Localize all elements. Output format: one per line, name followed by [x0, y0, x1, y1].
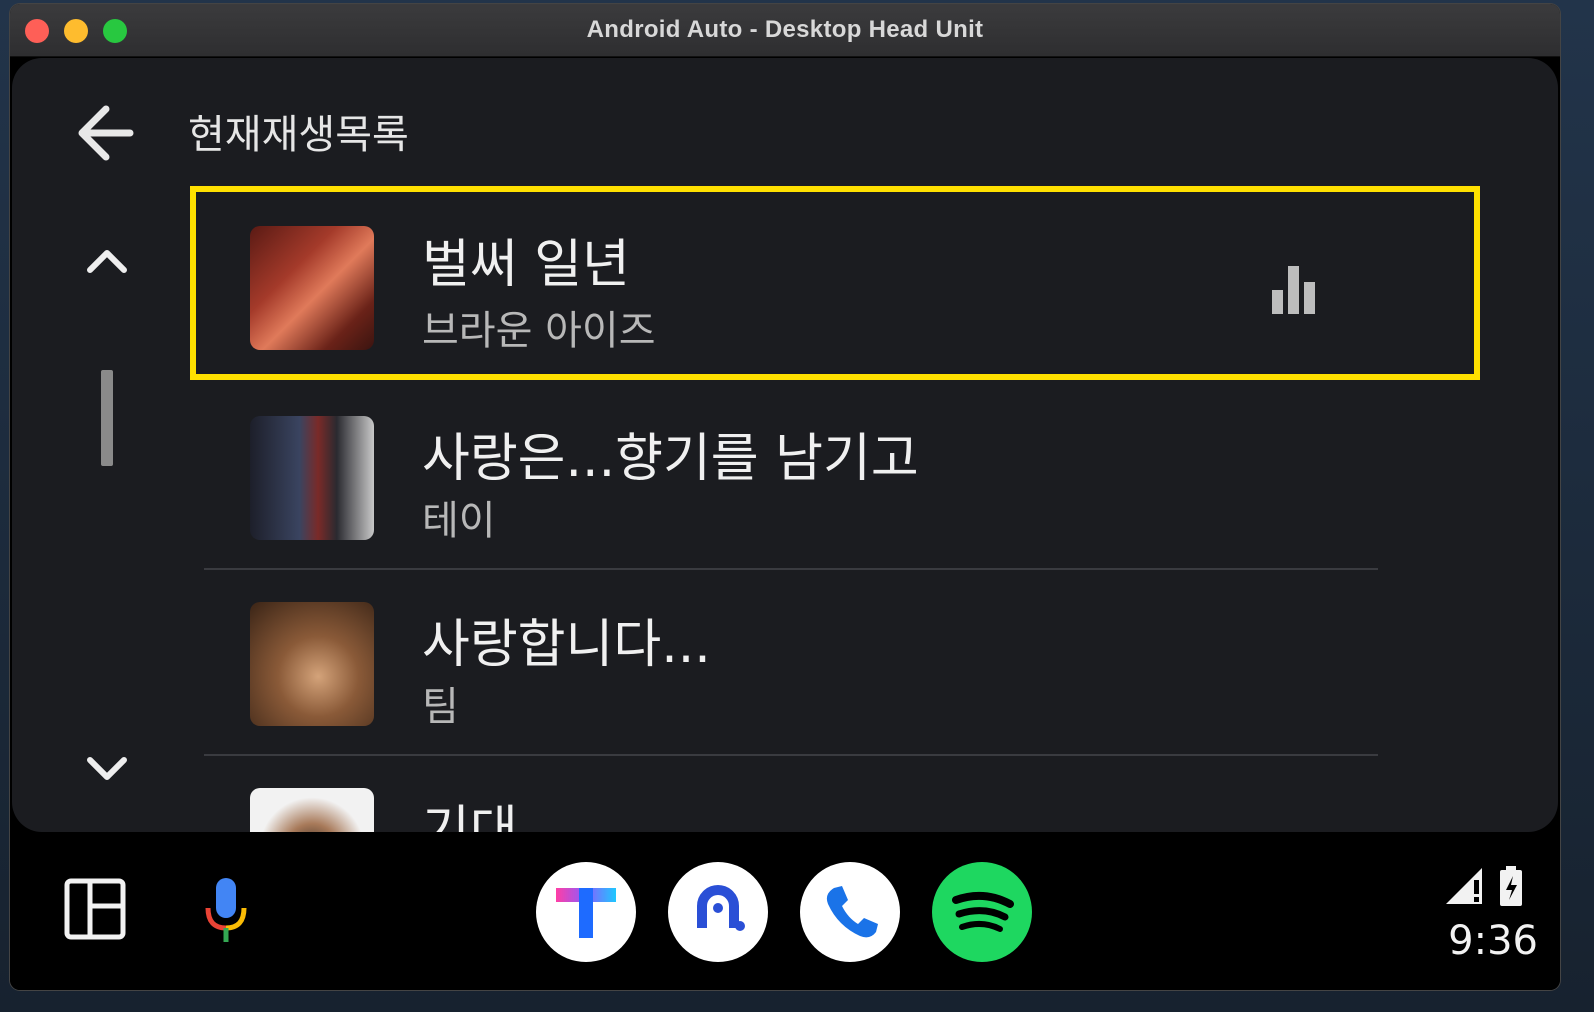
queue-item-2[interactable]: 사랑은...향기를 남기고 테이 — [190, 376, 1486, 562]
clock: 9:36 — [1448, 918, 1538, 964]
artist-name: 테이 — [422, 498, 496, 544]
dashboard-layout-button[interactable] — [64, 878, 126, 940]
queue-item-3[interactable]: 사랑합니다... 팀 — [190, 562, 1486, 748]
dashboard-icon — [64, 878, 126, 940]
song-title: 기대 — [422, 801, 518, 832]
android-auto-nav-bar: 9:36 — [10, 834, 1560, 990]
status-icons — [1446, 866, 1522, 906]
tmap-auto-app-button[interactable] — [668, 862, 768, 962]
title-bar: Android Auto - Desktop Head Unit — [10, 4, 1560, 57]
album-art — [250, 602, 374, 726]
microphone-icon — [205, 878, 247, 942]
album-art — [250, 788, 374, 832]
song-title: 사랑합니다... — [422, 615, 711, 675]
tmap-app-button[interactable] — [536, 862, 636, 962]
emulator-window: Android Auto - Desktop Head Unit 현재재생목록 — [10, 4, 1560, 990]
queue-item-1[interactable]: 벌써 일년 브라운 아이즈 — [190, 186, 1486, 372]
page-title: 현재재생목록 — [188, 112, 409, 158]
signal-icon — [1446, 868, 1482, 904]
queue-item-4[interactable]: 기대 — [190, 748, 1486, 832]
artist-name: 팀 — [422, 684, 459, 730]
spotify-app-button[interactable] — [932, 862, 1032, 962]
voice-assistant-button[interactable] — [200, 876, 252, 946]
phone-app-button[interactable] — [800, 862, 900, 962]
spotify-icon — [952, 891, 1014, 932]
chevron-up-icon — [87, 250, 127, 273]
album-art — [250, 226, 374, 350]
scroll-up-button[interactable] — [78, 236, 136, 286]
battery-charging-icon — [1500, 866, 1522, 906]
tmap-auto-icon — [697, 885, 745, 931]
song-title: 사랑은...향기를 남기고 — [422, 429, 919, 489]
phone-icon — [826, 886, 878, 938]
scroll-position-indicator — [101, 370, 113, 466]
back-button[interactable] — [68, 96, 142, 170]
arrow-left-icon — [78, 105, 134, 161]
tmap-icon — [556, 888, 616, 938]
chevron-down-icon — [87, 757, 127, 780]
queue-screen: 현재재생목록 벌써 일년 브라운 아이즈 사랑은...향기를 남기고 테이 사랑… — [12, 58, 1558, 832]
scroll-down-button[interactable] — [78, 744, 136, 794]
window-title: Android Auto - Desktop Head Unit — [586, 16, 984, 43]
artist-name: 브라운 아이즈 — [422, 308, 656, 354]
album-art — [250, 416, 374, 540]
song-title: 벌써 일년 — [422, 235, 630, 295]
desktop-background: Android Auto - Desktop Head Unit 현재재생목록 — [0, 0, 1594, 1012]
now-playing-equalizer-icon — [1272, 266, 1315, 314]
